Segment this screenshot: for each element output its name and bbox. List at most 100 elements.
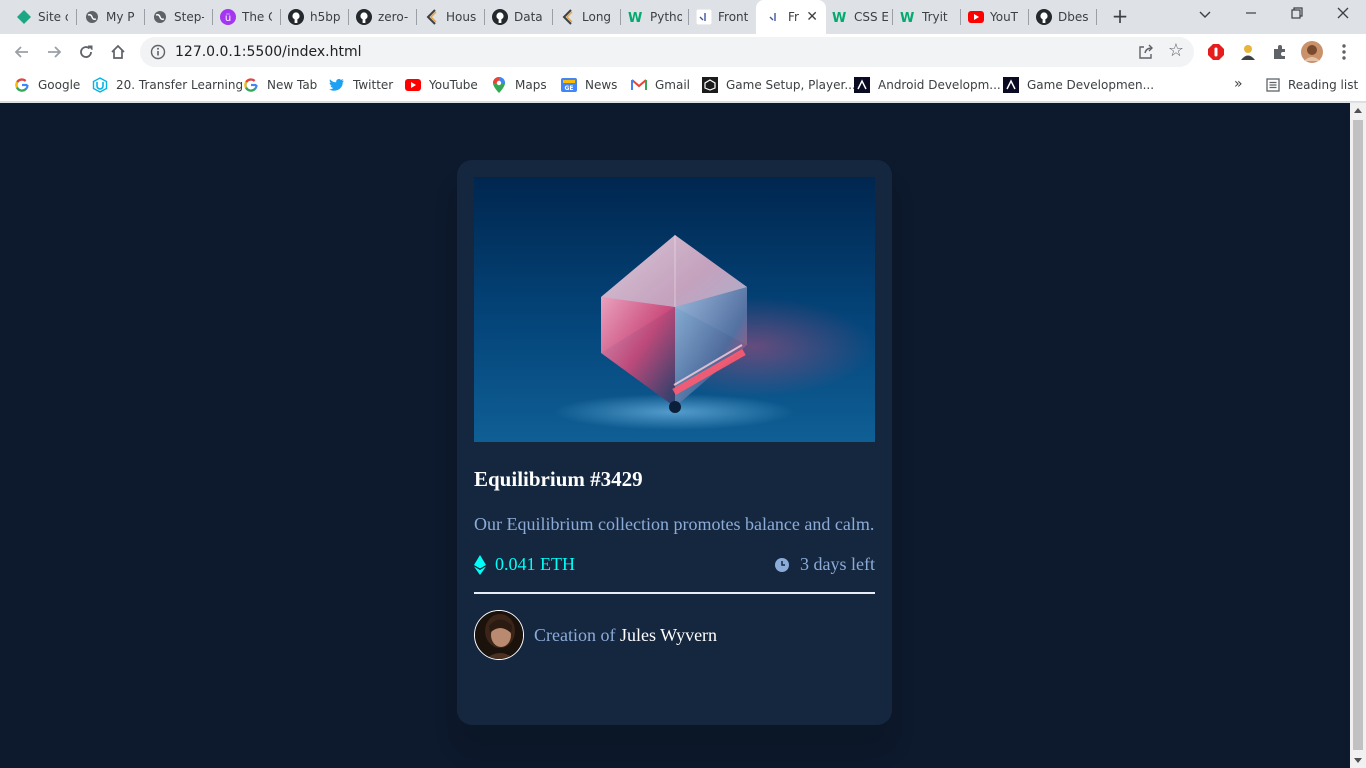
kaggle-chevron-icon xyxy=(560,9,576,25)
google-icon xyxy=(14,77,30,93)
android-dev-icon xyxy=(1003,77,1019,93)
tab-separator xyxy=(212,9,213,25)
profile-avatar-icon[interactable] xyxy=(1300,40,1324,64)
tab-data[interactable]: Data xyxy=(492,6,544,28)
tab-dbes[interactable]: Dbes xyxy=(1036,6,1090,28)
restore-icon[interactable] xyxy=(1285,4,1309,26)
extension-person-icon[interactable] xyxy=(1237,41,1259,63)
github-icon xyxy=(492,9,508,25)
site-info-icon[interactable] xyxy=(150,44,166,64)
tab-tryit[interactable]: W Tryit xyxy=(900,6,952,28)
nft-image[interactable] xyxy=(474,177,875,442)
tab-hous[interactable]: Hous xyxy=(424,6,476,28)
bookmark-youtube[interactable]: YouTube xyxy=(405,76,478,94)
home-icon[interactable] xyxy=(106,40,130,64)
bookmark-android-dev[interactable]: Android Developm... xyxy=(854,76,1001,94)
tab-youtube[interactable]: YouT xyxy=(968,6,1022,28)
browser-menu-icon[interactable] xyxy=(1333,41,1355,63)
youtube-icon xyxy=(405,77,421,93)
twitter-icon xyxy=(329,77,345,93)
page-viewport: Equilibrium #3429 Our Equilibrium collec… xyxy=(0,103,1350,768)
page-scrollbar[interactable] xyxy=(1350,103,1366,768)
tab-front[interactable]: Front xyxy=(696,6,750,28)
bookmark-star-icon[interactable]: ☆ xyxy=(1168,42,1184,60)
address-bar[interactable]: 127.0.0.1:5500/index.html ☆ xyxy=(140,37,1194,67)
bookmark-news[interactable]: GE News xyxy=(561,76,617,94)
ethereum-icon xyxy=(474,554,486,575)
globe-icon xyxy=(84,9,100,25)
back-arrow-icon[interactable] xyxy=(10,40,34,64)
maps-icon xyxy=(491,77,507,93)
bookmark-google[interactable]: Google xyxy=(14,76,80,94)
bookmark-maps[interactable]: Maps xyxy=(491,76,547,94)
bookmark-new-tab[interactable]: New Tab xyxy=(243,76,317,94)
card-description: Our Equilibrium collection promotes bala… xyxy=(474,514,875,534)
diamond-icon xyxy=(16,9,32,25)
tab-search-icon[interactable] xyxy=(1193,4,1217,26)
github-icon xyxy=(1036,9,1052,25)
url-text[interactable]: 127.0.0.1:5500/index.html xyxy=(175,44,362,60)
tab-separator xyxy=(688,9,689,25)
tab-separator xyxy=(280,9,281,25)
google-icon xyxy=(243,77,259,93)
clock-icon xyxy=(775,557,790,572)
github-icon xyxy=(288,9,304,25)
unity-icon xyxy=(702,77,718,93)
frontend-mentor-icon xyxy=(696,9,712,25)
tab-css[interactable]: W CSS E xyxy=(832,6,888,28)
share-icon[interactable] xyxy=(1138,44,1154,64)
close-window-icon[interactable] xyxy=(1331,4,1355,26)
bookmark-twitter[interactable]: Twitter xyxy=(329,76,393,94)
bookmark-game-setup[interactable]: Game Setup, Player... xyxy=(702,76,856,94)
creator-name-link[interactable]: Jules Wyvern xyxy=(620,625,717,645)
more-bookmarks-icon[interactable]: » xyxy=(1234,76,1243,92)
adblock-extension-icon[interactable] xyxy=(1205,41,1227,63)
kaggle-chevron-icon xyxy=(424,9,440,25)
tab-strip: Site c My P Step- ü The C h5bp zero- Hou… xyxy=(0,0,1366,34)
tab-separator xyxy=(892,9,893,25)
card-title[interactable]: Equilibrium #3429 xyxy=(474,467,643,492)
tab-separator xyxy=(620,9,621,25)
svg-text:GE: GE xyxy=(564,85,573,92)
tab-separator xyxy=(484,9,485,25)
tab-separator xyxy=(76,9,77,25)
reading-list-button[interactable]: Reading list xyxy=(1266,76,1358,94)
tab-the-c[interactable]: ü The C xyxy=(220,6,272,28)
svg-text:W: W xyxy=(832,11,846,25)
scrollbar-thumb[interactable] xyxy=(1353,120,1363,750)
udacity-icon xyxy=(92,77,108,93)
forward-arrow-icon[interactable] xyxy=(42,40,66,64)
frontend-mentor-icon xyxy=(766,9,782,25)
creator: Creation of Jules Wyvern xyxy=(474,610,717,660)
reload-icon[interactable] xyxy=(74,40,98,64)
tab-separator xyxy=(1096,9,1097,25)
scroll-up-arrow-icon[interactable] xyxy=(1354,108,1362,113)
svg-text:W: W xyxy=(628,11,642,25)
github-icon xyxy=(356,9,372,25)
tab-my-p[interactable]: My P xyxy=(84,6,136,28)
tab-h5bp[interactable]: h5bp xyxy=(288,6,340,28)
tab-separator xyxy=(552,9,553,25)
browser-toolbar: 127.0.0.1:5500/index.html ☆ xyxy=(0,34,1366,70)
tab-step[interactable]: Step- xyxy=(152,6,204,28)
svg-text:ü: ü xyxy=(225,13,231,24)
globe-icon xyxy=(152,9,168,25)
time-remaining: 3 days left xyxy=(775,554,875,575)
extensions-puzzle-icon[interactable] xyxy=(1269,41,1291,63)
bookmark-gmail[interactable]: Gmail xyxy=(631,76,690,94)
tab-zero[interactable]: zero- xyxy=(356,6,408,28)
scroll-down-arrow-icon[interactable] xyxy=(1354,758,1362,763)
close-tab-icon[interactable]: ✕ xyxy=(806,9,818,25)
tab-long[interactable]: Long xyxy=(560,6,612,28)
svg-text:W: W xyxy=(900,11,914,25)
new-tab-button[interactable]: + xyxy=(1109,4,1131,28)
tab-active[interactable]: Fr ✕ xyxy=(756,0,826,34)
nft-card: Equilibrium #3429 Our Equilibrium collec… xyxy=(457,160,892,725)
w3schools-icon: W xyxy=(832,9,848,25)
minimize-icon[interactable] xyxy=(1239,4,1263,26)
bookmark-game-dev[interactable]: Game Developmen... xyxy=(1003,76,1154,94)
tab-site[interactable]: Site c xyxy=(16,6,68,28)
bookmark-transfer-learning[interactable]: 20. Transfer Learning xyxy=(92,76,243,94)
bookmarks-bar: Google 20. Transfer Learning New Tab Twi… xyxy=(0,70,1366,102)
tab-python[interactable]: W Pytho xyxy=(628,6,682,28)
